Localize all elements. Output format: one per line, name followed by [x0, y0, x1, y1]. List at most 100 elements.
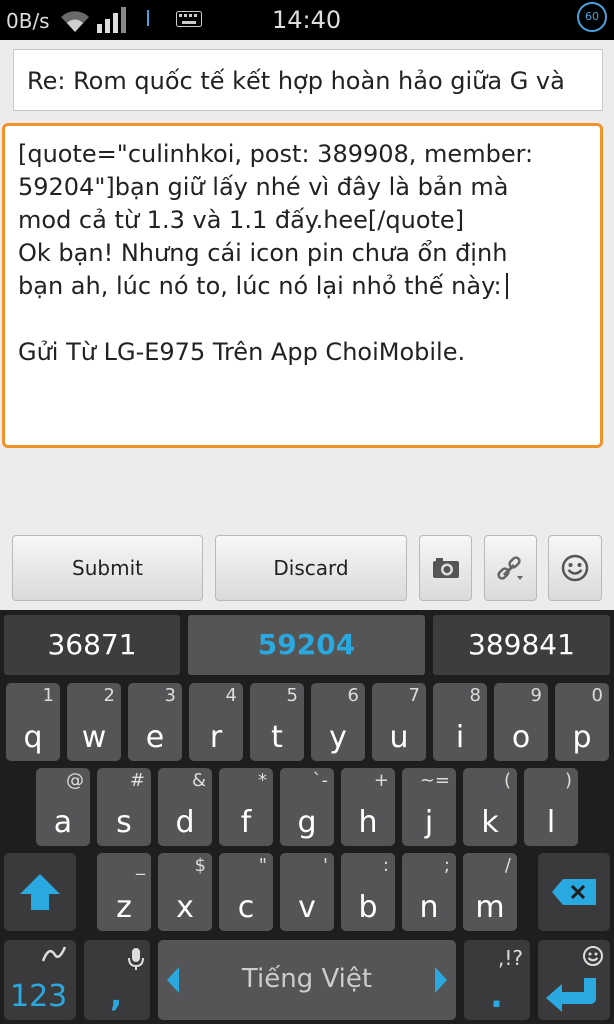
- body-line: mod cả từ 1.3 và 1.1 đấy.hee[/quote]: [18, 206, 465, 234]
- message-body-field[interactable]: [quote="culinhkoi, post: 389908, member:…: [2, 123, 603, 448]
- key-alt: ;: [443, 855, 450, 876]
- comma-label: ,: [110, 976, 123, 1014]
- backspace-key[interactable]: [538, 853, 610, 931]
- body-line: bạn ah, lúc nó to, lúc nó lại nhỏ thế nà…: [18, 272, 502, 300]
- key-l[interactable]: ) l: [524, 768, 578, 846]
- key-label: p: [572, 720, 592, 755]
- key-p[interactable]: 0p: [555, 683, 609, 761]
- key-m[interactable]: / m: [463, 853, 517, 931]
- key-d[interactable]: & d: [158, 768, 212, 846]
- wifi-icon: [61, 11, 89, 32]
- badge-icon: 60: [577, 2, 607, 32]
- insert-link-button[interactable]: [484, 535, 537, 601]
- text-cursor: [505, 273, 508, 299]
- key-label: t: [271, 720, 283, 755]
- emoji-icon: [583, 946, 603, 966]
- status-bar: 0B/s 14:40 60: [0, 0, 614, 40]
- key-alt: ": [258, 855, 267, 876]
- enter-key[interactable]: [538, 940, 610, 1020]
- key-label: l: [546, 805, 556, 840]
- symbols-label: 123: [10, 979, 68, 1014]
- key-s[interactable]: # s: [97, 768, 151, 846]
- key-alt: +: [373, 770, 389, 791]
- key-alt: 9: [530, 685, 542, 706]
- swype-icon: [41, 946, 67, 962]
- key-v[interactable]: ' v: [280, 853, 334, 931]
- body-line: Ok bạn! Nhưng cái icon pin chưa ổn định: [18, 239, 508, 267]
- key-alt: 1: [42, 685, 54, 706]
- key-label: d: [175, 805, 195, 840]
- suggestion-left[interactable]: 36871: [4, 615, 180, 675]
- key-alt: #: [129, 770, 145, 791]
- soft-keyboard: 36871 59204 389841 1q 2w 3e 4r 5t 6y 7u …: [0, 610, 614, 1024]
- discard-button[interactable]: Discard: [215, 535, 407, 601]
- key-alt: 7: [408, 685, 420, 706]
- key-r[interactable]: 4r: [189, 683, 243, 761]
- key-alt: $: [194, 855, 206, 876]
- key-alt: 4: [225, 685, 237, 706]
- key-g[interactable]: `- g: [280, 768, 334, 846]
- divider: [147, 10, 149, 26]
- key-o[interactable]: 9o: [494, 683, 548, 761]
- key-alt: 2: [103, 685, 115, 706]
- subject-field[interactable]: Re: Rom quốc tế kết hợp hoàn hảo giữa G …: [13, 49, 603, 111]
- key-label: f: [240, 805, 252, 840]
- key-i[interactable]: 8i: [433, 683, 487, 761]
- shift-key[interactable]: [4, 853, 76, 931]
- period-alt-label: ,!?: [498, 946, 523, 970]
- key-h[interactable]: + h: [341, 768, 395, 846]
- key-k[interactable]: (k: [463, 768, 517, 846]
- key-alt: 3: [164, 685, 176, 706]
- key-u[interactable]: 7u: [372, 683, 426, 761]
- key-y[interactable]: 6y: [311, 683, 365, 761]
- right-arrow-icon: [435, 967, 447, 993]
- link-icon: [496, 556, 523, 580]
- key-alt: 0: [591, 685, 603, 706]
- key-label: c: [237, 890, 255, 925]
- net-speed: 0B/s: [6, 9, 50, 33]
- key-alt: ': [323, 855, 328, 876]
- key-alt: *: [258, 770, 267, 791]
- period-key[interactable]: ,!? .: [464, 940, 530, 1020]
- key-label: i: [455, 720, 465, 755]
- submit-button[interactable]: Submit: [12, 535, 203, 601]
- key-f[interactable]: * f: [219, 768, 273, 846]
- suggestion-middle[interactable]: 59204: [188, 615, 425, 675]
- period-label: .: [490, 976, 503, 1016]
- key-q[interactable]: 1q: [6, 683, 60, 761]
- enter-icon: [546, 978, 596, 1012]
- comma-key[interactable]: ,: [84, 940, 150, 1020]
- suggestion-right[interactable]: 389841: [433, 615, 610, 675]
- key-w[interactable]: 2w: [67, 683, 121, 761]
- language-label: Tiếng Việt: [241, 964, 373, 994]
- symbols-key[interactable]: 123: [4, 940, 76, 1020]
- shift-icon: [20, 874, 60, 910]
- key-x[interactable]: $ x: [158, 853, 212, 931]
- camera-button[interactable]: [419, 535, 472, 601]
- key-label: k: [481, 805, 499, 840]
- body-signature: Gửi Từ LG-E975 Trên App ChoiMobile.: [18, 338, 466, 366]
- emoji-button[interactable]: [548, 535, 602, 601]
- key-b[interactable]: :b: [341, 853, 395, 931]
- key-label: s: [116, 805, 132, 840]
- signal-icon: [97, 7, 126, 33]
- key-alt: /: [504, 855, 511, 876]
- key-z[interactable]: _ z: [97, 853, 151, 931]
- key-e[interactable]: 3e: [128, 683, 182, 761]
- key-n[interactable]: ; n: [402, 853, 456, 931]
- key-a[interactable]: @ a: [36, 768, 90, 846]
- key-t[interactable]: 5t: [250, 683, 304, 761]
- key-label: r: [209, 720, 223, 755]
- key-label: y: [329, 720, 347, 755]
- mic-icon: [128, 948, 144, 970]
- key-j[interactable]: ~= j: [402, 768, 456, 846]
- body-line: 59204"]bạn giữ lấy nhé vì đây là bản mà: [18, 173, 509, 201]
- clock: 14:40: [272, 6, 342, 34]
- key-label: w: [81, 720, 107, 755]
- body-line: [quote="culinhkoi, post: 389908, member:: [18, 140, 534, 168]
- space-key[interactable]: Tiếng Việt: [158, 940, 456, 1020]
- compose-screen: Re: Rom quốc tế kết hợp hoàn hảo giữa G …: [0, 40, 614, 610]
- key-alt: 6: [347, 685, 359, 706]
- key-c[interactable]: " c: [219, 853, 273, 931]
- key-alt: 8: [469, 685, 481, 706]
